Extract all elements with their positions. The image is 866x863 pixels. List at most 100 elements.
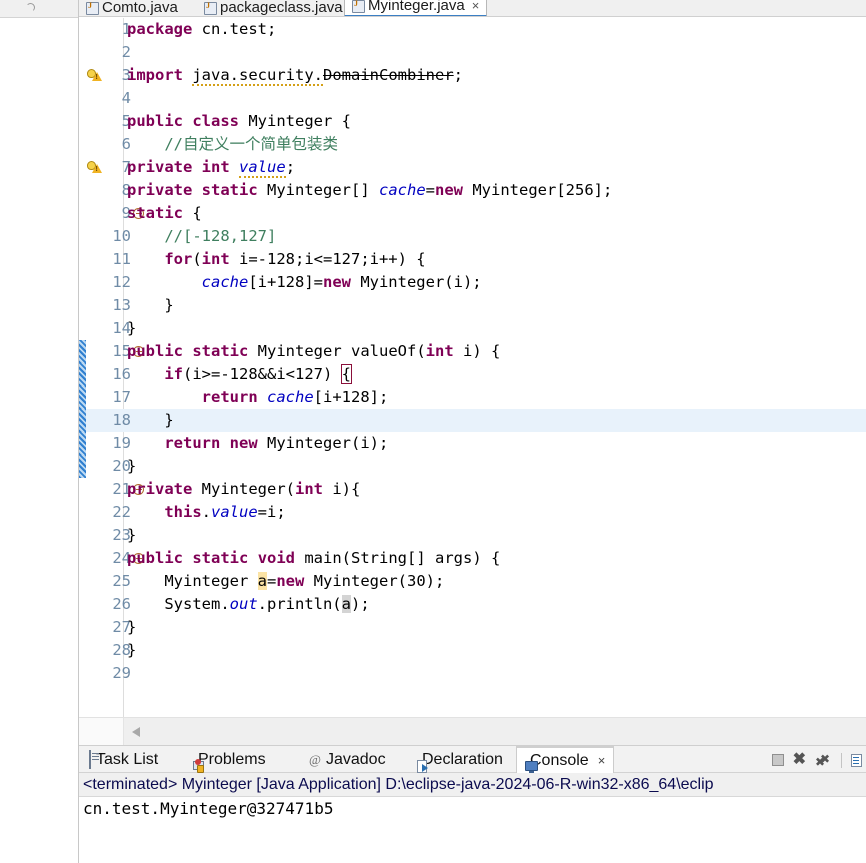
code-token: Myinteger[] bbox=[257, 181, 379, 199]
x-icon[interactable]: ✖ bbox=[793, 752, 806, 768]
code-line[interactable]: 21 private Myinteger(int i){ bbox=[79, 478, 866, 501]
code-token: new bbox=[229, 434, 258, 452]
code-line[interactable]: 25 Myinteger a=new Myinteger(30); bbox=[79, 570, 866, 593]
code-line[interactable]: 4 bbox=[79, 87, 866, 110]
code-token: //自定义一个简单包装类 bbox=[127, 135, 338, 153]
code-token: cache bbox=[201, 273, 249, 291]
warning-icon[interactable] bbox=[87, 68, 102, 83]
code-token: int bbox=[294, 480, 323, 498]
editor-tab-myinteger-java[interactable]: Myinteger.java × bbox=[344, 0, 488, 16]
package-explorer-stub bbox=[0, 0, 79, 863]
code-viewport[interactable]: 1package cn.test; 2 3import java.security.… bbox=[79, 18, 866, 717]
code-token: new bbox=[322, 273, 351, 291]
editor-horizontal-scrollbar[interactable] bbox=[79, 717, 866, 746]
code-text: } bbox=[127, 317, 866, 340]
change-bar bbox=[79, 432, 86, 455]
warning-icon[interactable] bbox=[87, 160, 102, 175]
close-icon[interactable]: × bbox=[598, 753, 606, 768]
code-line[interactable]: 1 package cn.test; bbox=[79, 18, 866, 41]
code-line[interactable]: 22 this.value=i; bbox=[79, 501, 866, 524]
java-file-icon bbox=[204, 1, 217, 15]
javadoc-at-icon: @ bbox=[309, 751, 321, 767]
view-tab-console[interactable]: Console × bbox=[516, 746, 615, 774]
code-line[interactable]: 19 return new Myinteger(i); bbox=[79, 432, 866, 455]
view-tab-declaration[interactable]: Declaration bbox=[409, 746, 511, 773]
double-x-icon[interactable] bbox=[815, 753, 832, 768]
view-tab-javadoc[interactable]: @ Javadoc bbox=[301, 746, 394, 773]
code-token: } bbox=[127, 641, 137, 659]
code-token: Myinteger(30); bbox=[304, 572, 445, 590]
code-line[interactable]: 7private int value; bbox=[79, 156, 866, 179]
code-token: cn.test; bbox=[192, 20, 277, 38]
code-line[interactable]: 16 if(i>=-128&&i<127) { bbox=[79, 363, 866, 386]
code-line[interactable]: 9 static { bbox=[79, 202, 866, 225]
console-body[interactable]: <terminated> Myinteger [Java Application… bbox=[79, 773, 866, 863]
code-token: if bbox=[164, 365, 183, 383]
code-line[interactable]: 24 public static void main(String[] args)… bbox=[79, 547, 866, 570]
code-line[interactable]: 17 return cache[i+128]; bbox=[79, 386, 866, 409]
editor-tab-label: packageclass.java bbox=[220, 0, 343, 16]
code-line[interactable]: 10 //[-128,127] bbox=[79, 225, 866, 248]
change-bar-empty bbox=[79, 501, 86, 524]
change-bar-empty bbox=[79, 478, 86, 501]
change-bar-empty bbox=[79, 179, 86, 202]
code-line[interactable]: 2 bbox=[79, 41, 866, 64]
change-bar-empty bbox=[79, 41, 86, 64]
editor-tab-packageclass-java[interactable]: packageclass.java bbox=[197, 0, 350, 16]
code-line[interactable]: 8 private static Myinteger[] cache=new My… bbox=[79, 179, 866, 202]
change-bar-empty bbox=[79, 18, 86, 41]
code-line[interactable]: 14} bbox=[79, 317, 866, 340]
pin-console-icon[interactable] bbox=[851, 753, 862, 767]
code-line[interactable]: 27} bbox=[79, 616, 866, 639]
line-number: 29 bbox=[112, 664, 131, 682]
view-tab-bar: ✖ Task List Problems @Javadoc Declaration Co… bbox=[79, 746, 866, 774]
code-line[interactable]: 12 cache[i+128]=new Myinteger(i); bbox=[79, 271, 866, 294]
code-token: static bbox=[192, 549, 249, 567]
code-line[interactable]: 23} bbox=[79, 524, 866, 547]
code-token: } bbox=[127, 319, 137, 337]
code-line[interactable]: 18 } bbox=[79, 409, 866, 432]
code-token: a bbox=[257, 572, 267, 590]
code-line[interactable]: 26 System.out.println(a); bbox=[79, 593, 866, 616]
code-token: ( bbox=[192, 250, 202, 268]
code-token: = bbox=[267, 572, 277, 590]
code-line[interactable]: 3import java.security.DomainCombiner; bbox=[79, 64, 866, 87]
code-token: private bbox=[127, 480, 193, 498]
java-file-icon bbox=[86, 1, 99, 15]
code-token: //[-128,127] bbox=[127, 227, 277, 245]
code-token: (i>=-128&&i<127) bbox=[183, 365, 342, 383]
stop-square-icon[interactable] bbox=[771, 754, 784, 766]
code-line[interactable]: 6 //自定义一个简单包装类 bbox=[79, 133, 866, 156]
code-line[interactable]: 20} bbox=[79, 455, 866, 478]
change-bar-empty bbox=[79, 524, 86, 547]
change-bar-empty bbox=[79, 156, 86, 179]
scroll-left-arrow-icon[interactable] bbox=[132, 727, 140, 737]
change-bar-empty bbox=[79, 225, 86, 248]
code-text: for(int i=-128;i<=127;i++) { bbox=[127, 248, 866, 271]
code-line[interactable]: 5 public class Myinteger { bbox=[79, 110, 866, 133]
code-line[interactable]: 29 bbox=[79, 662, 866, 685]
task-list-icon bbox=[89, 749, 91, 769]
code-line[interactable]: 15 public static Myinteger valueOf(int i)… bbox=[79, 340, 866, 363]
change-bar-empty bbox=[79, 133, 86, 156]
code-text: this.value=i; bbox=[127, 501, 866, 524]
code-line[interactable]: 28} bbox=[79, 639, 866, 662]
code-line[interactable]: 11 for(int i=-128;i<=127;i++) { bbox=[79, 248, 866, 271]
scrollbar-corner bbox=[79, 718, 124, 746]
change-bar-empty bbox=[79, 202, 86, 225]
code-token: .println( bbox=[257, 595, 342, 613]
editor-tab-comto-java[interactable]: Comto.java bbox=[79, 0, 185, 16]
code-line[interactable]: 13 } bbox=[79, 294, 866, 317]
circle-chevron-icon[interactable] bbox=[26, 3, 35, 12]
view-tab-label: Declaration bbox=[422, 750, 503, 768]
code-token: public bbox=[127, 549, 183, 567]
code-token: out bbox=[229, 595, 258, 613]
view-tab-task-list[interactable]: Task List bbox=[81, 746, 166, 773]
view-tab-problems[interactable]: Problems bbox=[185, 746, 274, 773]
close-icon[interactable]: × bbox=[472, 0, 480, 12]
console-toolbar: ✖ bbox=[771, 750, 862, 770]
